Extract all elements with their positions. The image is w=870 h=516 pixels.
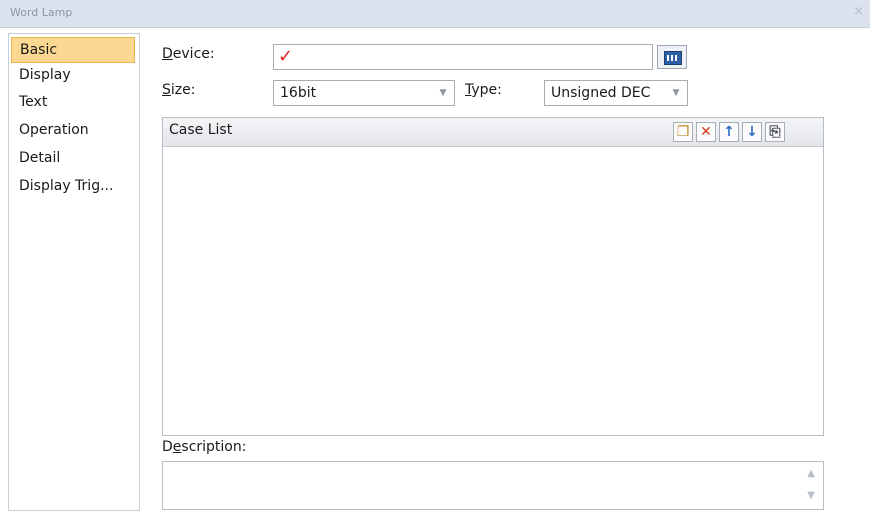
- validation-check-icon: ✓: [278, 46, 294, 67]
- device-browse-icon: [664, 51, 682, 65]
- category-list: Basic Display Text Operation Detail Disp…: [8, 33, 140, 511]
- case-list-title: Case List: [169, 122, 233, 138]
- delete-case-icon[interactable]: ✕: [696, 122, 716, 142]
- device-label: Device:: [162, 46, 215, 62]
- case-list[interactable]: Case List ❐ ✕ ↑ ↓ ⎘: [162, 117, 824, 436]
- description-label: Description:: [162, 439, 247, 455]
- sidebar-item-basic[interactable]: Basic: [11, 37, 135, 63]
- close-icon[interactable]: ×: [853, 4, 864, 19]
- sidebar-item-display-trigger[interactable]: Display Trig...: [11, 174, 135, 200]
- move-down-icon[interactable]: ↓: [742, 122, 762, 142]
- size-select[interactable]: 16bit ▼: [273, 80, 455, 106]
- copy-case-icon[interactable]: ⎘: [765, 122, 785, 142]
- type-label: Type:: [465, 82, 502, 98]
- device-input[interactable]: ✓: [273, 44, 653, 70]
- chevron-down-icon: ▼: [672, 88, 680, 98]
- case-list-header: Case List ❐ ✕ ↑ ↓ ⎘: [163, 118, 823, 147]
- sidebar-item-detail[interactable]: Detail: [11, 146, 135, 172]
- type-select[interactable]: Unsigned DEC ▼: [544, 80, 688, 106]
- description-textarea[interactable]: ▲ ▼: [162, 461, 824, 510]
- chevron-down-icon: ▼: [439, 88, 447, 98]
- window-title: Word Lamp: [10, 6, 73, 19]
- move-up-icon[interactable]: ↑: [719, 122, 739, 142]
- add-case-icon[interactable]: ❐: [673, 122, 693, 142]
- sidebar-item-operation[interactable]: Operation: [11, 118, 135, 144]
- title-bar: Word Lamp ×: [0, 0, 870, 28]
- size-label: Size:: [162, 82, 196, 98]
- sidebar-item-display[interactable]: Display: [11, 63, 135, 89]
- sidebar-item-text[interactable]: Text: [11, 90, 135, 116]
- device-browse-button[interactable]: [657, 45, 687, 69]
- scroll-up-icon[interactable]: ▲: [807, 468, 815, 479]
- scroll-down-icon[interactable]: ▼: [807, 490, 815, 501]
- word-lamp-dialog: Word Lamp × Basic Display Text Operation…: [0, 0, 870, 516]
